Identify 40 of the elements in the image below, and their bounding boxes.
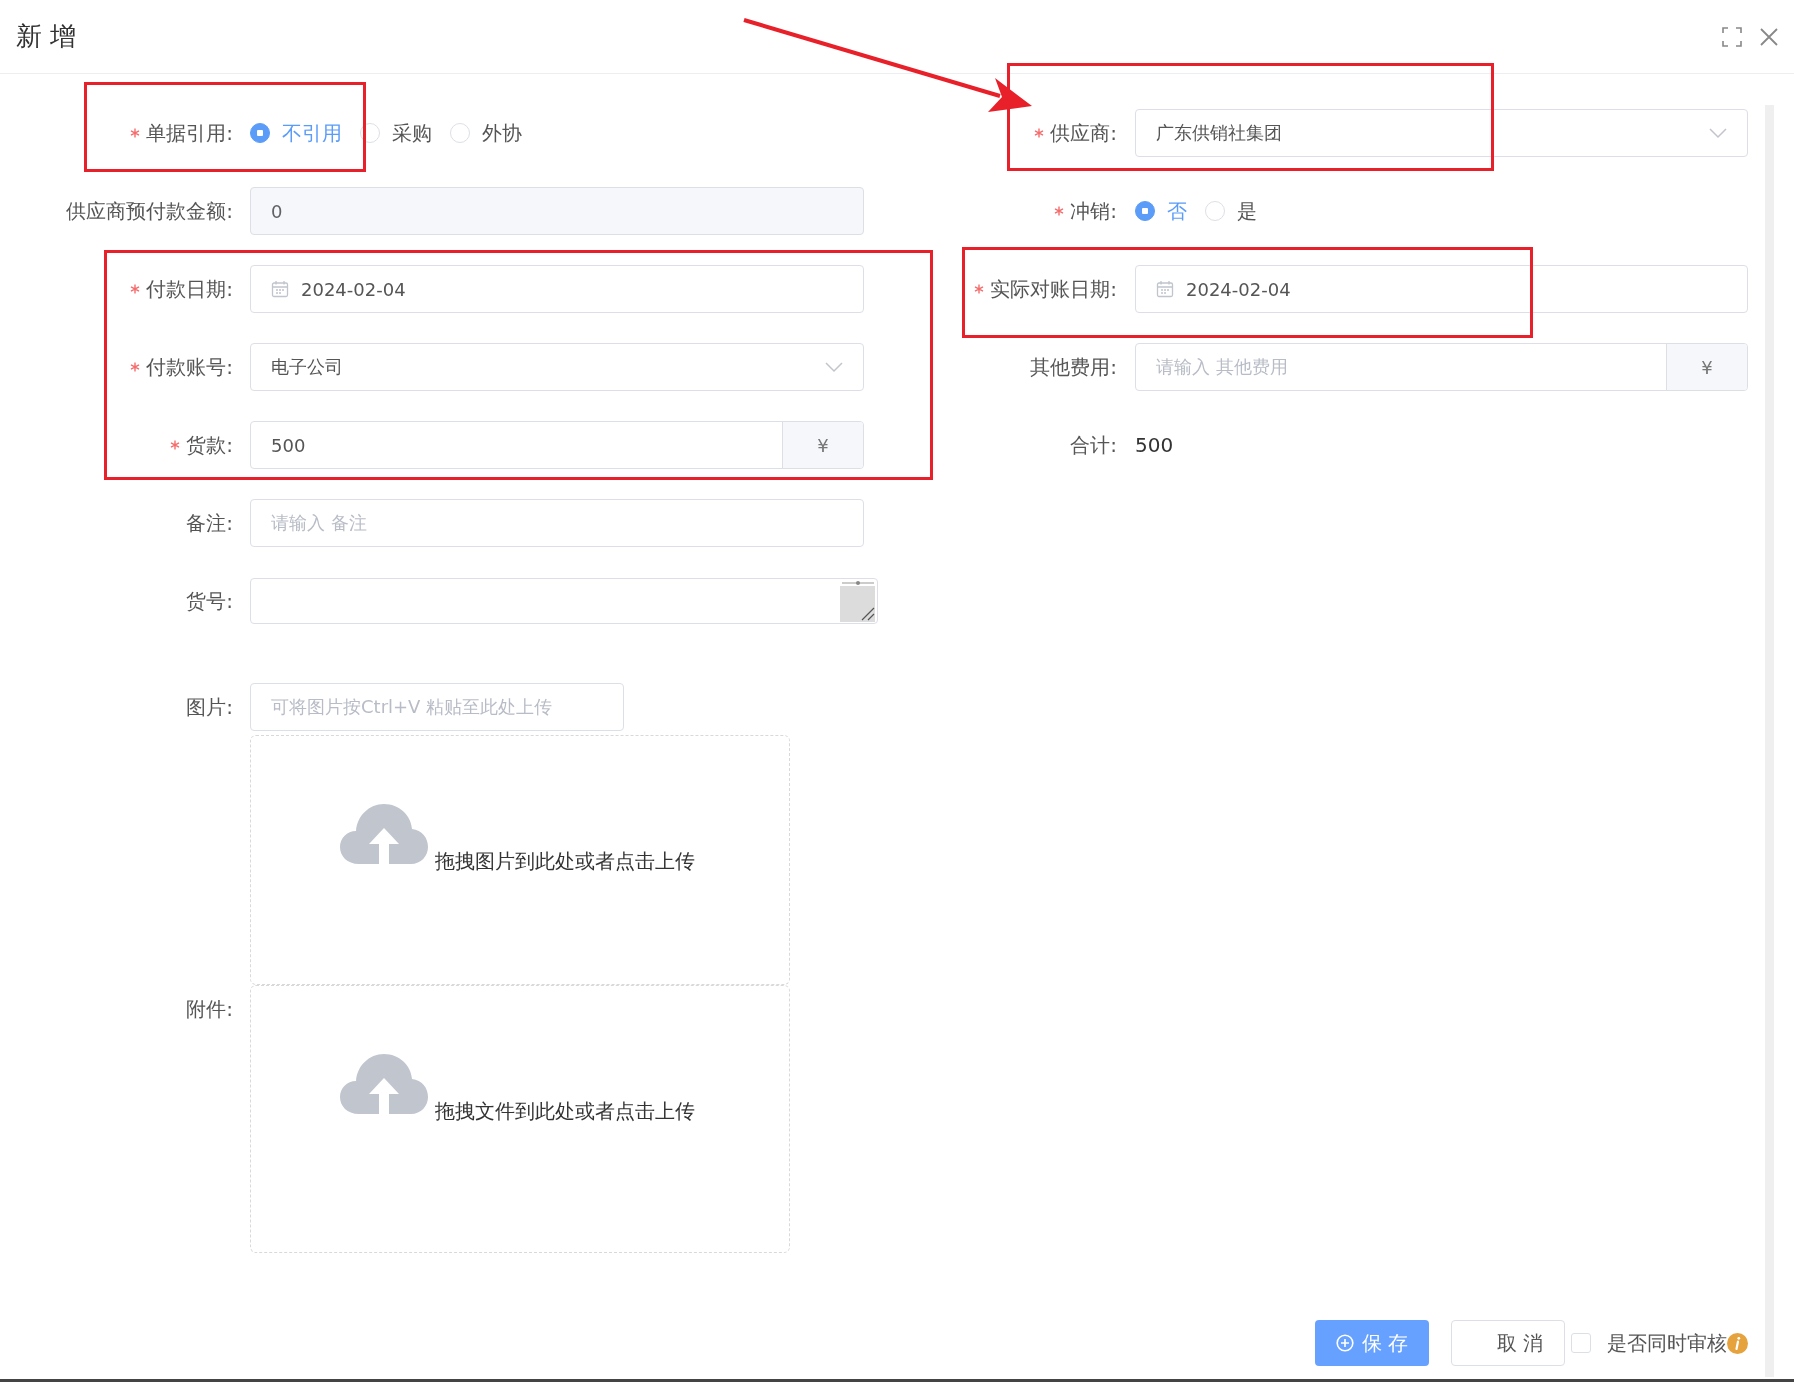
- chevron-down-icon: [825, 361, 843, 373]
- resize-handle-icon[interactable]: [840, 580, 876, 622]
- radio-option[interactable]: 采购: [360, 119, 432, 147]
- checkbox[interactable]: [1571, 1333, 1591, 1353]
- field-label: 冲销:: [1070, 197, 1117, 225]
- field-label: 付款账号:: [146, 353, 233, 381]
- field-label: 实际对账日期:: [990, 275, 1117, 303]
- total-value: 500: [1135, 433, 1174, 457]
- fullscreen-icon[interactable]: [1722, 26, 1742, 47]
- cancel-button[interactable]: 取 消: [1451, 1320, 1565, 1366]
- date-field[interactable]: 2024-02-04: [250, 265, 864, 313]
- radio-option[interactable]: 外协: [450, 119, 522, 147]
- field-label: 图片:: [186, 693, 233, 721]
- field-label: 付款日期:: [146, 275, 233, 303]
- field-label: 附件:: [186, 995, 233, 1023]
- chevron-down-icon: [1709, 127, 1727, 139]
- file-dropzone[interactable]: 拖拽文件到此处或者点击上传: [250, 985, 790, 1253]
- field-label: 备注:: [186, 509, 233, 537]
- image-dropzone[interactable]: 拖拽图片到此处或者点击上传: [250, 735, 790, 985]
- close-icon[interactable]: [1760, 27, 1778, 46]
- info-icon[interactable]: [1727, 1332, 1748, 1354]
- select-field[interactable]: 广东供销社集团: [1135, 109, 1748, 157]
- field-label: 货号:: [186, 587, 233, 615]
- select-field[interactable]: 电子公司: [250, 343, 864, 391]
- field-label: 单据引用:: [146, 119, 233, 147]
- amount-field[interactable]: 500 ¥: [250, 421, 864, 469]
- calendar-icon: [271, 280, 289, 298]
- field-label: 供应商:: [1050, 119, 1117, 147]
- checkbox-label: 是否同时审核: [1607, 1329, 1727, 1357]
- radio-option[interactable]: 是: [1205, 197, 1257, 225]
- date-field[interactable]: 2024-02-04: [1135, 265, 1748, 313]
- field-label: 其他费用:: [1030, 353, 1117, 381]
- textarea-field[interactable]: [250, 578, 878, 624]
- field-label: 货款:: [186, 431, 233, 459]
- calendar-icon: [1156, 280, 1174, 298]
- field-label: 供应商预付款金额:: [66, 197, 233, 225]
- plus-circle-icon: [1335, 1334, 1354, 1352]
- field-label: 合计:: [1070, 431, 1117, 459]
- dialog-title: 新 增: [16, 20, 77, 53]
- amount-field[interactable]: 请输入 其他费用 ¥: [1135, 343, 1748, 391]
